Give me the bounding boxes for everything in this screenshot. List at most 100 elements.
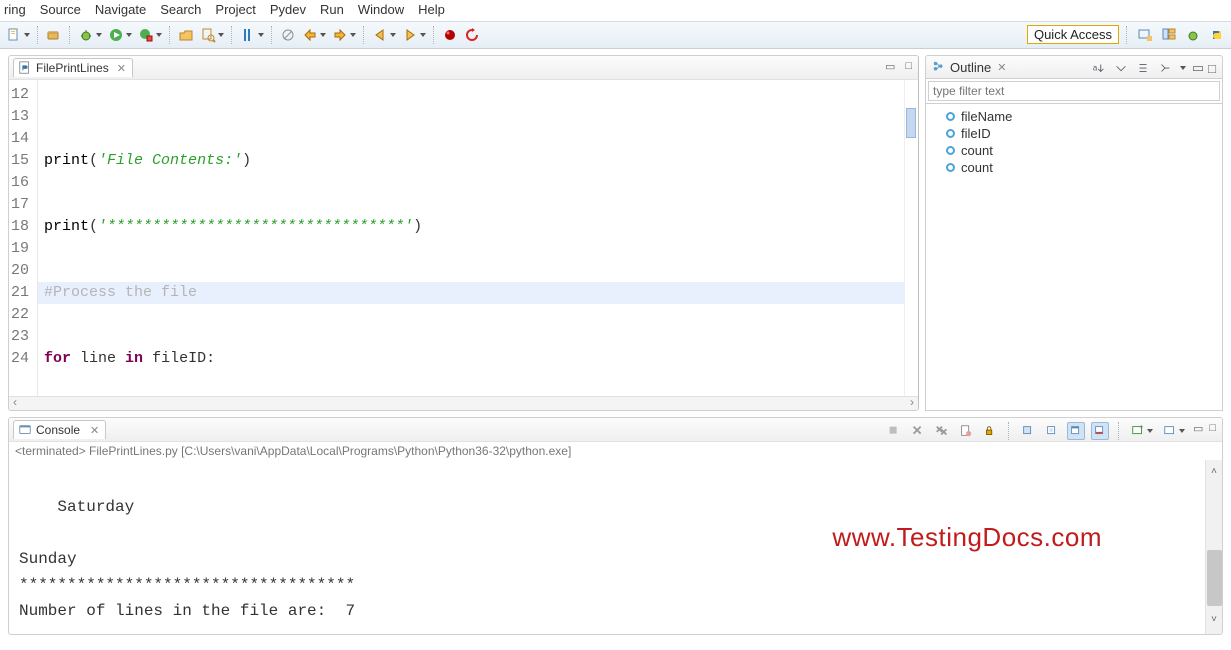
remove-all-icon[interactable] [933,422,951,440]
main-area: FilePrintLines ✕ ▭ □ 121314151617 181920… [0,49,1231,411]
console-pane: Console ✕ + ▭ □ <terminated> FilePrintLi… [8,417,1223,635]
menu-item-pydev[interactable]: Pydev [270,2,306,17]
scroll-lock-icon[interactable] [981,422,999,440]
maximize-icon[interactable]: □ [1208,61,1216,76]
close-icon[interactable]: ✕ [90,424,99,437]
outline-header: Outline ✕ a ▭ □ [925,55,1223,79]
skip-all-icon[interactable] [278,26,298,44]
line-gutter: 121314151617 18192021222324 [9,80,38,396]
refresh-icon[interactable] [462,26,482,44]
outline-item-label: fileName [961,109,1012,124]
perspective-pydev-icon[interactable] [1207,26,1227,44]
menu-item-help[interactable]: Help [418,2,445,17]
maximize-icon[interactable]: □ [905,60,912,73]
code-token: print [44,152,89,169]
code-token: line [71,350,125,367]
outline-item-label: count [961,143,993,158]
menu-item-source[interactable]: Source [40,2,81,17]
link-icon[interactable] [1156,59,1174,77]
close-icon[interactable]: ✕ [117,62,126,75]
display-icon[interactable] [1043,422,1061,440]
scroll-thumb[interactable] [1207,550,1222,606]
code-token: ) [413,218,422,235]
svg-text:+: + [1139,424,1144,431]
debug-icon[interactable] [76,26,104,44]
expand-icon[interactable] [1112,59,1130,77]
overview-mark [906,108,916,138]
code-token: fileID: [143,350,215,367]
main-toolbar: Quick Access [0,21,1231,49]
toggle-icon[interactable] [238,26,266,44]
open-console-icon[interactable] [1161,422,1187,440]
code-body[interactable]: print('File Contents:') print('*********… [38,80,904,396]
collapse-icon[interactable] [1134,59,1152,77]
console-text: Saturday Sunday ************************… [19,498,355,620]
perspective-debug-icon[interactable] [1183,26,1203,44]
outline-item-filename[interactable]: fileName [932,108,1216,125]
code-area[interactable]: 121314151617 18192021222324 print('File … [9,80,918,396]
outline-item-count[interactable]: count [932,142,1216,159]
outline-item-fileid[interactable]: fileID [932,125,1216,142]
scroll-up-icon[interactable]: ˄ [1211,460,1217,486]
console-tabbar: Console ✕ + ▭ □ [9,418,1222,442]
menu-item-navigate[interactable]: Navigate [95,2,146,17]
outline-title: Outline [950,60,991,75]
code-token: 'File Contents:' [98,152,242,169]
showstd-icon[interactable] [1067,422,1085,440]
clear-icon[interactable] [957,422,975,440]
console-status: <terminated> FilePrintLines.py [C:\Users… [9,442,1222,460]
new-console-icon[interactable]: + [1129,422,1155,440]
outline-item-count-2[interactable]: count [932,159,1216,176]
sort-icon[interactable]: a [1090,59,1108,77]
pin-console-icon[interactable] [1019,422,1037,440]
var-icon [946,146,955,155]
menubar: ring Source Navigate Search Project Pyde… [0,0,1231,21]
open-folder-icon[interactable] [176,26,196,44]
menu-item-project[interactable]: Project [215,2,255,17]
console-tab[interactable]: Console ✕ [13,420,106,439]
outline-filter-input[interactable] [928,81,1220,101]
var-icon [946,163,955,172]
menu-item-window[interactable]: Window [358,2,404,17]
outline-pane: Outline ✕ a ▭ □ fileName fileID count co… [925,55,1223,411]
minimize-icon[interactable]: ▭ [1192,60,1204,76]
menu-item-search[interactable]: Search [160,2,201,17]
maximize-icon[interactable]: □ [1209,422,1216,440]
outline-tree[interactable]: fileName fileID count count [925,104,1223,411]
back-icon[interactable] [370,26,398,44]
run-icon[interactable] [106,26,134,44]
menu-item-ring[interactable]: ring [4,2,26,17]
editor-tab-fileprintlines[interactable]: FilePrintLines ✕ [13,58,133,77]
close-icon[interactable]: ✕ [997,61,1006,74]
code-token: ) [242,152,251,169]
horizontal-scrollbar[interactable] [9,396,918,410]
code-token: print [44,218,89,235]
showerr-icon[interactable] [1091,422,1109,440]
console-output[interactable]: Saturday Sunday ************************… [9,460,1222,634]
code-token: #Process the file [44,284,197,301]
run-ext-icon[interactable] [136,26,164,44]
record-icon[interactable] [440,26,460,44]
perspective-resource-icon[interactable] [1159,26,1179,44]
new-icon[interactable] [4,26,32,44]
terminate-grey-icon[interactable] [885,422,903,440]
menu-item-run[interactable]: Run [320,2,344,17]
code-token: in [125,350,143,367]
view-menu-icon[interactable] [1180,66,1186,70]
var-icon [946,129,955,138]
quick-access[interactable]: Quick Access [1027,25,1119,44]
minimize-icon[interactable]: ▭ [885,60,895,73]
package-icon[interactable] [44,26,64,44]
code-token: for [44,350,71,367]
minimize-icon[interactable]: ▭ [1193,422,1203,440]
forward-icon[interactable] [400,26,428,44]
console-vertical-scrollbar[interactable]: ˄ ˅ [1205,460,1222,634]
step-out-icon[interactable] [330,26,358,44]
overview-ruler[interactable] [904,80,918,396]
remove-icon[interactable] [909,422,927,440]
perspective-open-icon[interactable] [1135,26,1155,44]
outline-item-label: count [961,160,993,175]
search-file-icon[interactable] [198,26,226,44]
scroll-down-icon[interactable]: ˅ [1211,608,1217,634]
step-icon[interactable] [300,26,328,44]
